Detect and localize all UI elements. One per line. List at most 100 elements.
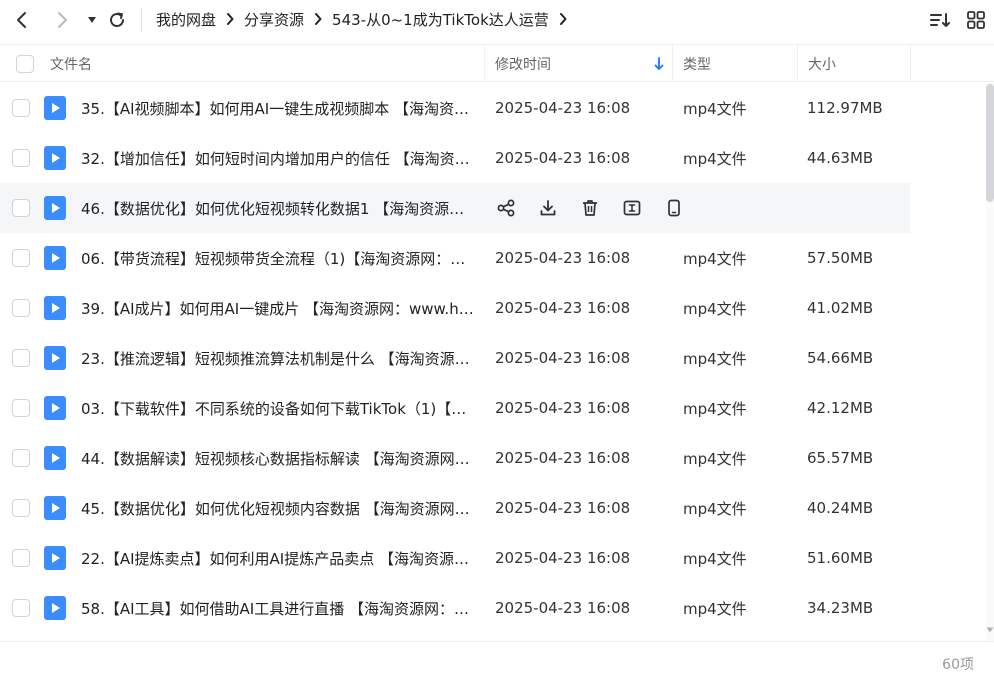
select-all-checkbox[interactable] xyxy=(16,54,34,73)
video-file-icon xyxy=(44,333,66,383)
row-checkbox[interactable] xyxy=(12,199,30,217)
column-header-name[interactable]: 文件名 xyxy=(50,45,92,82)
file-size: 44.63MB xyxy=(807,149,874,167)
file-modified-date: 2025-04-23 16:08 xyxy=(495,599,631,617)
row-checkbox-cell xyxy=(12,383,30,433)
file-name[interactable]: 22.【AI提炼卖点】如何利用AI提炼产品卖点 【海淘资源网：www.haita… xyxy=(81,533,476,583)
row-checkbox[interactable] xyxy=(12,549,30,567)
file-row[interactable]: 39.【AI成片】如何用AI一键成片 【海淘资源网：www.haitao.com… xyxy=(0,283,910,333)
video-file-icon xyxy=(44,233,66,283)
delete-icon xyxy=(580,198,600,218)
file-name[interactable]: 39.【AI成片】如何用AI一键成片 【海淘资源网：www.haitao.com… xyxy=(81,283,476,333)
chevron-right-icon xyxy=(58,12,67,28)
back-button[interactable] xyxy=(10,8,34,32)
file-row[interactable]: 23.【推流逻辑】短视频推流算法机制是什么 【海淘资源网：www.haitao.… xyxy=(0,333,910,383)
file-size: 41.02MB xyxy=(807,299,874,317)
file-type: mp4文件 xyxy=(683,149,747,168)
video-file-icon xyxy=(44,483,66,533)
share-button[interactable] xyxy=(493,195,519,221)
table-header: 文件名 修改时间 类型 大小 xyxy=(0,44,994,82)
file-modified-date: 2025-04-23 16:08 xyxy=(495,299,631,317)
file-name[interactable]: 06.【带货流程】短视频带货全流程（1)【海淘资源网：www.haitao.co… xyxy=(81,233,476,283)
history-dropdown-button[interactable] xyxy=(80,8,104,32)
file-size: 51.60MB xyxy=(807,549,874,567)
video-file-icon xyxy=(44,433,66,483)
file-row[interactable]: 44.【数据解读】短视频核心数据指标解读 【海淘资源网：www.haitao.c… xyxy=(0,433,910,483)
column-divider xyxy=(672,45,673,82)
row-checkbox-cell xyxy=(12,133,30,183)
file-row[interactable]: 06.【带货流程】短视频带货全流程（1)【海淘资源网：www.haitao.co… xyxy=(0,233,910,283)
video-file-icon xyxy=(44,583,66,633)
chevron-right-icon xyxy=(314,13,322,25)
row-checkbox[interactable] xyxy=(12,399,30,417)
file-name[interactable]: 44.【数据解读】短视频核心数据指标解读 【海淘资源网：www.haitao.c… xyxy=(81,433,476,483)
delete-button[interactable] xyxy=(577,195,603,221)
row-checkbox-cell xyxy=(12,433,30,483)
video-file-icon xyxy=(44,533,66,583)
chevron-right-icon xyxy=(226,13,234,25)
video-file-icon xyxy=(44,83,66,133)
phone-button[interactable] xyxy=(661,195,687,221)
row-checkbox[interactable] xyxy=(12,349,30,367)
breadcrumb-item-my-drive[interactable]: 我的网盘 xyxy=(156,9,216,30)
forward-button[interactable] xyxy=(50,8,74,32)
file-name[interactable]: 58.【AI工具】如何借助AI工具进行直播 【海淘资源网：www.haitao.… xyxy=(81,583,476,633)
file-row[interactable]: 03.【下载软件】不同系统的设备如何下载TikTok（1)【海淘资源网：www.… xyxy=(0,383,910,433)
column-header-type[interactable]: 类型 xyxy=(683,45,711,82)
row-checkbox-cell xyxy=(12,83,30,133)
breadcrumb: 我的网盘 分享资源 543-从0~1成为TikTok达人运营 xyxy=(156,0,577,38)
video-file-icon xyxy=(44,383,66,433)
column-header-size[interactable]: 大小 xyxy=(808,45,836,82)
sort-icon xyxy=(930,13,950,27)
file-row[interactable]: 58.【AI工具】如何借助AI工具进行直播 【海淘资源网：www.haitao.… xyxy=(0,583,910,633)
row-checkbox[interactable] xyxy=(12,99,30,117)
file-row[interactable]: 22.【AI提炼卖点】如何利用AI提炼产品卖点 【海淘资源网：www.haita… xyxy=(0,533,910,583)
row-checkbox-cell xyxy=(12,533,30,583)
scrollbar-thumb[interactable] xyxy=(986,84,994,202)
file-modified-date: 2025-04-23 16:08 xyxy=(495,249,631,267)
file-name[interactable]: 03.【下载软件】不同系统的设备如何下载TikTok（1)【海淘资源网：www.… xyxy=(81,383,476,433)
scroll-down-arrow-icon[interactable] xyxy=(986,625,994,635)
column-header-modified[interactable]: 修改时间 xyxy=(495,45,551,82)
file-name[interactable]: 46.【数据优化】如何优化短视频转化数据1 【海淘资源网：www.haitao.… xyxy=(81,183,476,233)
grid-view-button[interactable] xyxy=(965,9,987,31)
file-list: 35.【AI视频脚本】如何用AI一键生成视频脚本 【海淘资源网：www.hait… xyxy=(0,83,986,641)
file-row[interactable]: 46.【数据优化】如何优化短视频转化数据1 【海淘资源网：www.haitao.… xyxy=(0,183,910,233)
rename-icon xyxy=(622,198,642,218)
row-checkbox[interactable] xyxy=(12,449,30,467)
file-name[interactable]: 45.【数据优化】如何优化短视频内容数据 【海淘资源网：www.haitao.c… xyxy=(81,483,476,533)
row-checkbox[interactable] xyxy=(12,149,30,167)
chevron-right-icon[interactable] xyxy=(559,13,567,25)
file-row[interactable]: 32.【增加信任】如何短时间内增加用户的信任 【海淘资源网：www.haitao… xyxy=(0,133,910,183)
file-type: mp4文件 xyxy=(683,499,747,518)
row-actions xyxy=(493,183,703,233)
file-type: mp4文件 xyxy=(683,399,747,418)
refresh-button[interactable] xyxy=(105,8,129,32)
rename-button[interactable] xyxy=(619,195,645,221)
breadcrumb-item-shared-resources[interactable]: 分享资源 xyxy=(244,9,304,30)
file-type: mp4文件 xyxy=(683,549,747,568)
download-button[interactable] xyxy=(535,195,561,221)
file-name[interactable]: 23.【推流逻辑】短视频推流算法机制是什么 【海淘资源网：www.haitao.… xyxy=(81,333,476,383)
file-row[interactable]: 45.【数据优化】如何优化短视频内容数据 【海淘资源网：www.haitao.c… xyxy=(0,483,910,533)
row-checkbox[interactable] xyxy=(12,249,30,267)
sort-button[interactable] xyxy=(929,9,951,31)
file-modified-date: 2025-04-23 16:08 xyxy=(495,499,631,517)
share-icon xyxy=(496,198,516,218)
row-checkbox[interactable] xyxy=(12,499,30,517)
sort-desc-icon[interactable] xyxy=(654,45,664,82)
row-checkbox[interactable] xyxy=(12,599,30,617)
file-type: mp4文件 xyxy=(683,349,747,368)
toolbar: 我的网盘 分享资源 543-从0~1成为TikTok达人运营 xyxy=(0,0,994,40)
file-name[interactable]: 35.【AI视频脚本】如何用AI一键生成视频脚本 【海淘资源网：www.hait… xyxy=(81,83,476,133)
file-modified-date: 2025-04-23 16:08 xyxy=(495,99,631,117)
breadcrumb-item-current-folder[interactable]: 543-从0~1成为TikTok达人运营 xyxy=(332,9,549,30)
file-size: 112.97MB xyxy=(807,99,883,117)
item-count: 60项 xyxy=(942,657,974,673)
file-type: mp4文件 xyxy=(683,449,747,468)
file-modified-date: 2025-04-23 16:08 xyxy=(495,349,631,367)
file-name[interactable]: 32.【增加信任】如何短时间内增加用户的信任 【海淘资源网：www.haitao… xyxy=(81,133,476,183)
file-row[interactable]: 35.【AI视频脚本】如何用AI一键生成视频脚本 【海淘资源网：www.hait… xyxy=(0,83,910,133)
column-divider xyxy=(797,45,798,82)
row-checkbox[interactable] xyxy=(12,299,30,317)
